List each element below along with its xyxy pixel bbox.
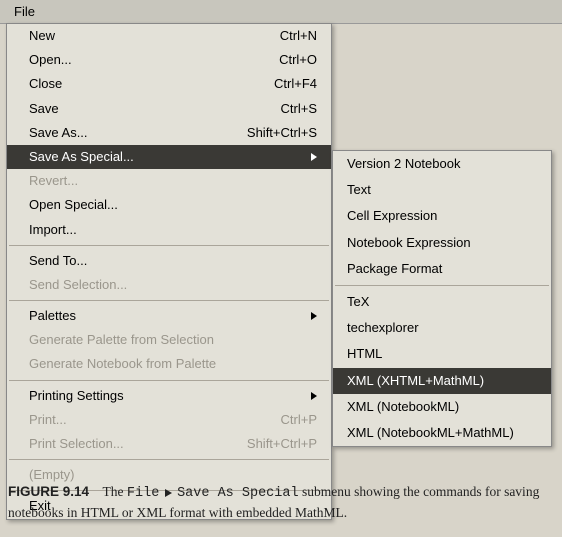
menubar-file[interactable]: File [6, 2, 43, 21]
menu-label: Save [29, 100, 59, 118]
caption-text: The [103, 484, 127, 499]
menu-label: Save As Special... [29, 148, 134, 166]
menu-palettes[interactable]: Palettes [7, 304, 331, 328]
menu-label: Generate Palette from Selection [29, 331, 214, 349]
file-menu: New Ctrl+N Open... Ctrl+O Close Ctrl+F4 … [6, 23, 332, 520]
menu-open-special[interactable]: Open Special... [7, 193, 331, 217]
menu-label: Print... [29, 411, 67, 429]
menu-shortcut: Ctrl+O [279, 51, 317, 69]
submenu-xml-notebookml[interactable]: XML (NotebookML) [333, 394, 551, 420]
menu-import[interactable]: Import... [7, 218, 331, 242]
menu-printing-settings[interactable]: Printing Settings [7, 384, 331, 408]
menu-shortcut: Ctrl+P [281, 411, 317, 429]
menu-label: Palettes [29, 307, 76, 325]
caption-mono: Save As Special [177, 486, 299, 501]
menu-label: Revert... [29, 172, 78, 190]
menu-separator [9, 459, 329, 460]
menu-label: Save As... [29, 124, 88, 142]
menu-separator [9, 380, 329, 381]
menu-send-to[interactable]: Send To... [7, 249, 331, 273]
menu-save-as-special[interactable]: Save As Special... [7, 145, 331, 169]
menubar: File [0, 0, 562, 24]
menu-label: Close [29, 75, 62, 93]
menu-label: Print Selection... [29, 435, 124, 453]
menu-new[interactable]: New Ctrl+N [7, 24, 331, 48]
chevron-right-icon [311, 392, 317, 400]
figure-caption: FIGURE 9.14 The File Save As Special sub… [8, 483, 554, 523]
menu-label: Open... [29, 51, 72, 69]
menu-separator [335, 285, 549, 286]
menu-label: (Empty) [29, 466, 75, 484]
menu-save-as[interactable]: Save As... Shift+Ctrl+S [7, 121, 331, 145]
menu-label: Printing Settings [29, 387, 124, 405]
menu-label: Import... [29, 221, 77, 239]
chevron-right-icon [311, 153, 317, 161]
chevron-right-icon [311, 312, 317, 320]
menu-print-selection: Print Selection... Shift+Ctrl+P [7, 432, 331, 456]
submenu-version2-notebook[interactable]: Version 2 Notebook [333, 151, 551, 177]
submenu-notebook-expression[interactable]: Notebook Expression [333, 230, 551, 256]
menu-generate-notebook: Generate Notebook from Palette [7, 352, 331, 376]
menu-label: New [29, 27, 55, 45]
menu-label: Open Special... [29, 196, 118, 214]
submenu-text[interactable]: Text [333, 177, 551, 203]
menu-open[interactable]: Open... Ctrl+O [7, 48, 331, 72]
menu-close[interactable]: Close Ctrl+F4 [7, 72, 331, 96]
menu-label: Send Selection... [29, 276, 127, 294]
menu-shortcut: Ctrl+S [281, 100, 317, 118]
submenu-tex[interactable]: TeX [333, 289, 551, 315]
menu-print: Print... Ctrl+P [7, 408, 331, 432]
menu-save[interactable]: Save Ctrl+S [7, 97, 331, 121]
menu-shortcut: Ctrl+F4 [274, 75, 317, 93]
menu-separator [9, 245, 329, 246]
figure-label: FIGURE 9.14 [8, 484, 89, 499]
menu-shortcut: Shift+Ctrl+P [247, 435, 317, 453]
submenu-cell-expression[interactable]: Cell Expression [333, 203, 551, 229]
caption-mono: File [127, 486, 159, 501]
menu-revert: Revert... [7, 169, 331, 193]
triangle-right-icon [165, 489, 172, 497]
menu-label: Generate Notebook from Palette [29, 355, 216, 373]
menu-label: Send To... [29, 252, 87, 270]
menu-separator [9, 300, 329, 301]
submenu-techexplorer[interactable]: techexplorer [333, 315, 551, 341]
menu-generate-palette: Generate Palette from Selection [7, 328, 331, 352]
menu-shortcut: Shift+Ctrl+S [247, 124, 317, 142]
submenu-xml-notebookml-mathml[interactable]: XML (NotebookML+MathML) [333, 420, 551, 446]
submenu-html[interactable]: HTML [333, 341, 551, 367]
submenu-package-format[interactable]: Package Format [333, 256, 551, 282]
submenu-xml-xhtml-mathml[interactable]: XML (XHTML+MathML) [333, 368, 551, 394]
menu-shortcut: Ctrl+N [280, 27, 317, 45]
save-as-special-submenu: Version 2 Notebook Text Cell Expression … [332, 150, 552, 447]
menu-send-selection: Send Selection... [7, 273, 331, 297]
